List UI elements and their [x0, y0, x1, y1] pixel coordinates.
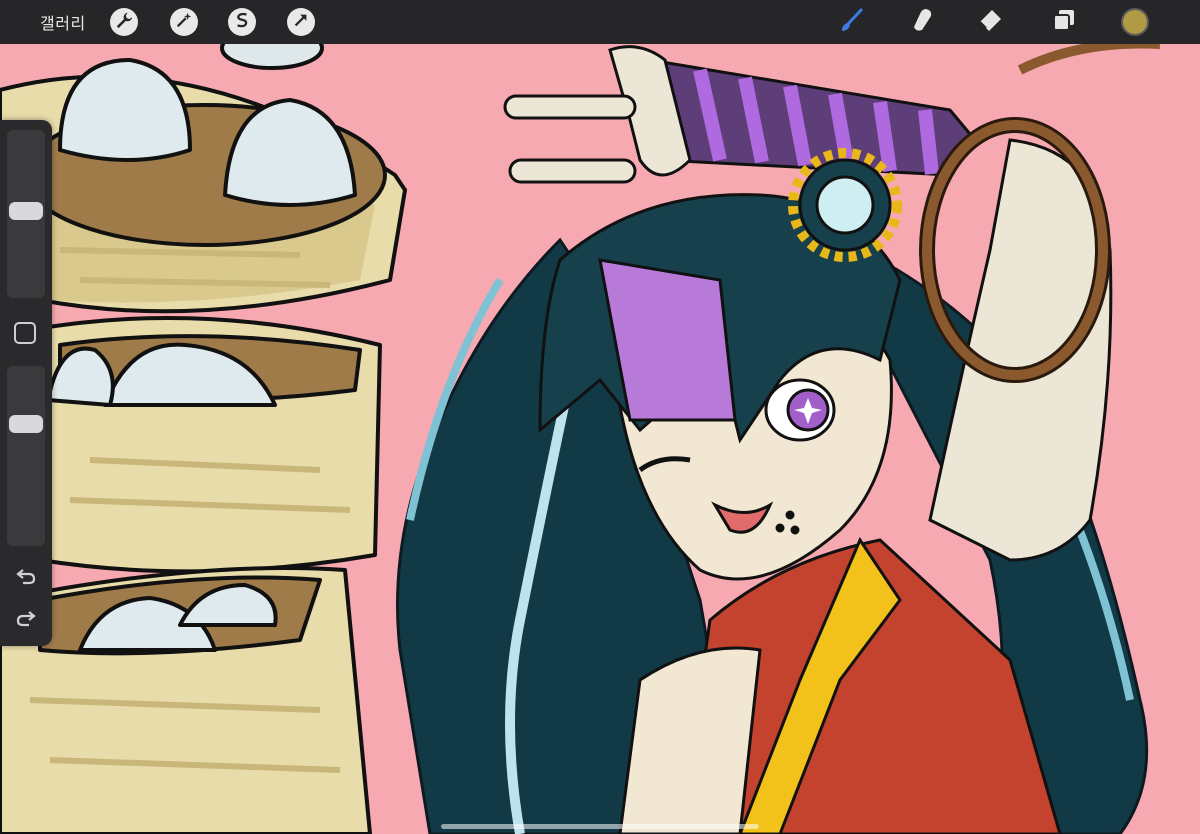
- magic-wand-icon: [175, 11, 193, 33]
- eraser-icon: [976, 6, 1004, 38]
- home-indicator[interactable]: [441, 824, 759, 829]
- smudge-button[interactable]: [906, 6, 938, 38]
- selection-button[interactable]: [228, 8, 256, 36]
- artwork: [0, 44, 1200, 834]
- brush-icon: [838, 6, 866, 38]
- layers-button[interactable]: [1048, 6, 1080, 38]
- actions-button[interactable]: [110, 8, 138, 36]
- modify-square-button[interactable]: [14, 322, 36, 344]
- eraser-button[interactable]: [974, 6, 1006, 38]
- adjustments-button[interactable]: [170, 8, 198, 36]
- opacity-thumb[interactable]: [9, 415, 43, 433]
- brush-button[interactable]: [836, 6, 868, 38]
- undo-button[interactable]: [12, 564, 40, 592]
- wrench-icon: [115, 11, 133, 33]
- undo-icon: [15, 565, 37, 591]
- redo-icon: [15, 607, 37, 633]
- brush-size-slider[interactable]: [7, 130, 45, 298]
- color-picker-button[interactable]: [1121, 8, 1149, 36]
- gallery-button[interactable]: 갤러리: [40, 0, 86, 44]
- smudge-finger-icon: [908, 6, 936, 38]
- left-sidebar: [0, 120, 52, 646]
- selection-s-icon: [233, 11, 251, 33]
- transform-button[interactable]: [287, 8, 315, 36]
- brush-size-thumb[interactable]: [9, 202, 43, 220]
- steamer-baskets: [0, 44, 407, 834]
- layers-icon: [1050, 6, 1078, 38]
- arrow-cursor-icon: [292, 11, 310, 33]
- opacity-slider[interactable]: [7, 366, 45, 546]
- redo-button[interactable]: [12, 606, 40, 634]
- top-toolbar: 갤러리: [0, 0, 1200, 44]
- drawing-canvas[interactable]: [0, 44, 1200, 834]
- procreate-app: 갤러리: [0, 0, 1200, 834]
